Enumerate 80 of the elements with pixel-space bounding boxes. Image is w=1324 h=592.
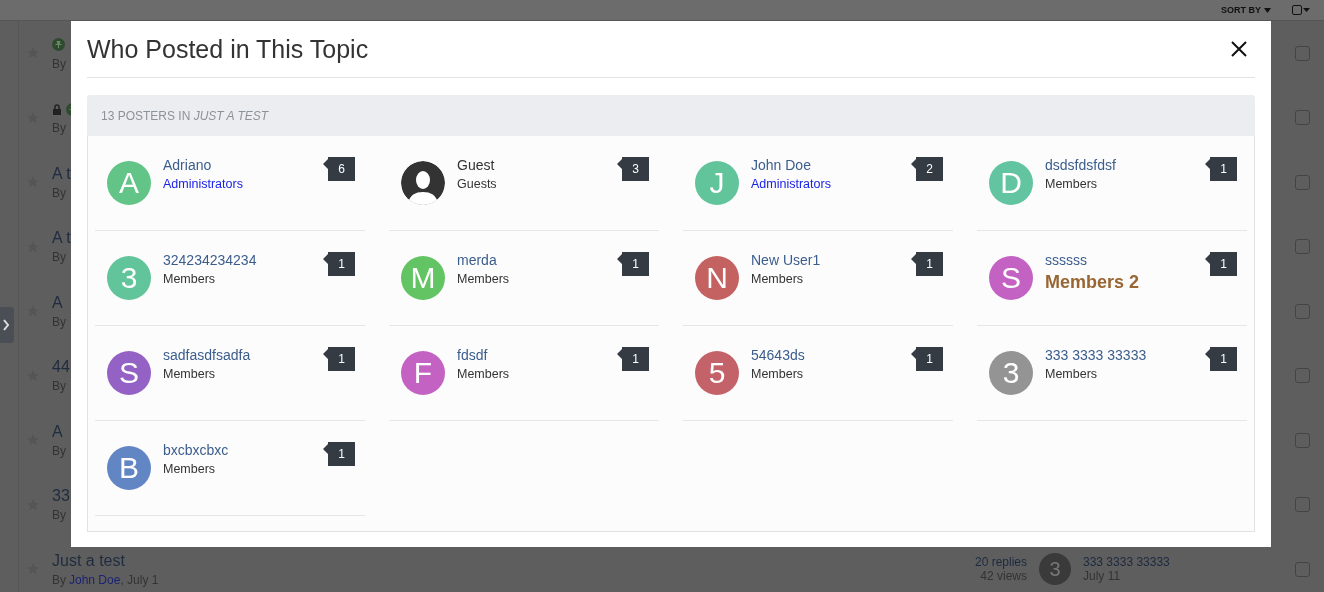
pin-icon bbox=[52, 38, 65, 52]
row-checkbox[interactable] bbox=[1295, 174, 1310, 190]
poster-name[interactable]: ssssss bbox=[1045, 252, 1193, 268]
member-group: Members bbox=[163, 462, 311, 476]
topic-title[interactable]: 33 bbox=[52, 487, 70, 506]
member-group: Guests bbox=[457, 177, 605, 191]
row-checkbox[interactable] bbox=[1295, 561, 1310, 577]
topic-title[interactable]: A t bbox=[52, 164, 71, 183]
row-checkbox[interactable] bbox=[1295, 110, 1310, 126]
avatar[interactable]: 3 bbox=[107, 256, 151, 300]
topic-title[interactable]: A bbox=[52, 293, 63, 312]
lock-icon bbox=[52, 103, 62, 115]
post-count-badge: 1 bbox=[617, 347, 649, 371]
post-count-badge: 1 bbox=[911, 347, 943, 371]
reply-count: 20 replies bbox=[974, 555, 1027, 570]
post-count-badge: 1 bbox=[617, 252, 649, 276]
poster-name[interactable]: 54643ds bbox=[751, 347, 899, 363]
avatar[interactable]: N bbox=[695, 256, 739, 300]
select-all-icon[interactable] bbox=[1292, 5, 1310, 15]
poster-name[interactable]: New User1 bbox=[751, 252, 899, 268]
avatar: 3 bbox=[1039, 553, 1071, 586]
avatar[interactable]: F bbox=[401, 351, 445, 395]
member-group: Members bbox=[457, 367, 605, 381]
close-icon[interactable] bbox=[1231, 41, 1247, 57]
post-count-badge: 6 bbox=[323, 157, 355, 181]
avatar[interactable]: S bbox=[989, 256, 1033, 300]
row-checkbox[interactable] bbox=[1295, 432, 1310, 448]
poster-count-caption: 13 POSTERS IN JUST A TEST bbox=[101, 108, 269, 123]
poster-name[interactable]: John Doe bbox=[751, 157, 899, 173]
member-group: Members bbox=[163, 367, 311, 381]
post-count-badge: 2 bbox=[911, 157, 943, 181]
post-count-badge: 1 bbox=[323, 347, 355, 371]
avatar[interactable]: J bbox=[695, 161, 739, 205]
avatar[interactable]: M bbox=[401, 256, 445, 300]
sort-by-menu[interactable]: SORT BY bbox=[1221, 5, 1261, 15]
post-count-badge: 1 bbox=[323, 442, 355, 466]
poster-name[interactable]: Adriano bbox=[163, 157, 311, 173]
member-group: Members bbox=[751, 272, 899, 286]
member-group: Members bbox=[457, 272, 605, 286]
avatar[interactable]: 5 bbox=[695, 351, 739, 395]
poster-name[interactable]: fdsdf bbox=[457, 347, 605, 363]
member-group: Administrators bbox=[751, 177, 899, 191]
member-group: Members bbox=[1045, 177, 1193, 191]
row-checkbox[interactable] bbox=[1295, 368, 1310, 384]
post-count-badge: 1 bbox=[1205, 252, 1237, 276]
sidebar-toggle[interactable] bbox=[0, 307, 14, 343]
avatar[interactable]: D bbox=[989, 161, 1033, 205]
poster-name[interactable]: 324234234234 bbox=[163, 252, 311, 268]
topic-title[interactable]: A bbox=[52, 422, 63, 441]
row-checkbox[interactable] bbox=[1295, 239, 1310, 255]
poster-name[interactable]: dsdsfdsfdsf bbox=[1045, 157, 1193, 173]
post-count-badge: 1 bbox=[1205, 157, 1237, 181]
poster-name[interactable]: bxcbxcbxc bbox=[163, 442, 311, 458]
row-checkbox[interactable] bbox=[1295, 497, 1310, 513]
topic-title[interactable]: A t bbox=[52, 229, 71, 248]
member-group: Members bbox=[751, 367, 899, 381]
poster-name[interactable]: 333 3333 33333 bbox=[1045, 347, 1193, 363]
poster-name: Guest bbox=[457, 157, 496, 173]
avatar[interactable]: B bbox=[107, 446, 151, 490]
avatar[interactable]: S bbox=[107, 351, 151, 395]
last-poster-name[interactable]: 333 3333 33333 bbox=[1083, 555, 1283, 570]
post-count-badge: 1 bbox=[1205, 347, 1237, 371]
post-count-badge: 1 bbox=[323, 252, 355, 276]
member-group: Members 2 bbox=[1045, 272, 1193, 293]
post-count-badge: 3 bbox=[617, 157, 649, 181]
modal-title: Who Posted in This Topic bbox=[87, 34, 369, 64]
member-group: Members bbox=[1045, 367, 1193, 381]
avatar[interactable]: 3 bbox=[989, 351, 1033, 395]
caret-icon[interactable] bbox=[1264, 7, 1271, 13]
member-group: Members bbox=[163, 272, 311, 286]
topic-title[interactable]: 44 bbox=[52, 358, 70, 377]
topic-title[interactable]: Just a test bbox=[52, 551, 159, 570]
poster-name[interactable]: sadfasdfsadfa bbox=[163, 347, 311, 363]
poster-name[interactable]: merda bbox=[457, 252, 605, 268]
row-checkbox[interactable] bbox=[1295, 45, 1310, 61]
post-count-badge: 1 bbox=[911, 252, 943, 276]
member-group: Administrators bbox=[163, 177, 311, 191]
avatar-silhouette-icon bbox=[401, 161, 445, 205]
row-checkbox[interactable] bbox=[1295, 303, 1310, 319]
avatar[interactable]: A bbox=[107, 161, 151, 205]
